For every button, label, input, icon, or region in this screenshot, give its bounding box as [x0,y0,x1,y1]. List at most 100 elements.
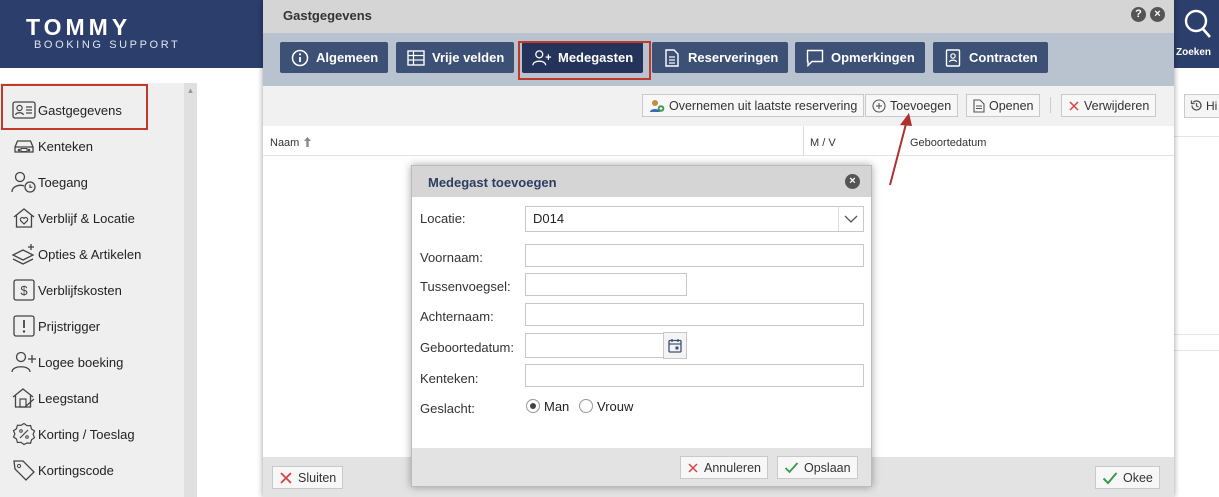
close-button[interactable]: Sluiten [272,466,344,489]
history-button[interactable]: Hi [1184,94,1219,118]
column-header-geboortedatum[interactable]: Geboortedatum [910,137,986,149]
house-empty-icon [10,386,38,410]
sidebar-item-label: Leegstand [38,390,99,406]
modal-title: Gastgegevens [283,8,372,23]
tussenvoegsel-field[interactable] [525,273,687,296]
options-stack-icon [10,242,38,266]
tab-highlight-annotation [518,41,651,80]
user-plus-icon [10,350,38,374]
sidebar-item-label: Verblijf & Locatie [38,210,135,226]
kenteken-field[interactable] [525,364,864,387]
dialog-title: Medegast toevoegen [428,175,557,190]
button-label: Verwijderen [1084,98,1150,113]
comment-icon [805,48,825,68]
voornaam-label: Voornaam: [420,250,483,265]
help-icon[interactable]: ? [1131,7,1146,22]
exclamation-icon [10,314,38,338]
achternaam-label: Achternaam: [420,309,494,324]
scroll-up-icon[interactable]: ▲ [184,86,197,98]
sidebar-item-kenteken[interactable]: Kenteken [0,128,184,164]
cross-icon [687,462,699,474]
button-label: Sluiten [298,470,337,485]
tab-vrije-velden[interactable]: Vrije velden [396,42,515,73]
sidebar-item-opties[interactable]: Opties & Artikelen [0,236,184,272]
locatie-label: Locatie: [420,211,466,226]
search-icon[interactable] [1182,8,1212,40]
cross-icon [279,471,293,485]
open-button[interactable]: Openen [966,94,1041,117]
gender-man-radio[interactable] [526,399,540,413]
tab-opmerkingen[interactable]: Opmerkingen [795,42,925,73]
copy-from-last-reservation-button[interactable]: Overnemen uit laatste reservering [642,94,865,117]
history-label: Hi [1206,99,1218,113]
sidebar-highlight-annotation [1,84,148,130]
geboortedatum-label: Geboortedatum: [420,340,514,355]
close-icon[interactable]: × [1150,7,1165,22]
sidebar-item-leegstand[interactable]: Leegstand [0,380,184,416]
chevron-down-icon[interactable] [838,207,863,231]
access-user-clock-icon [10,170,38,194]
background-panel [1174,86,1219,497]
cancel-button[interactable]: Annuleren [680,456,768,479]
sidebar-item-label: Kenteken [38,138,93,154]
brand-logo: TOMMY [26,14,132,40]
checkmark-icon [1102,471,1118,485]
add-fellow-guest-dialog: Medegast toevoegen × Locatie: D014 Voorn… [411,165,872,487]
info-icon [290,48,310,68]
users-copy-icon [649,98,665,114]
voornaam-field[interactable] [525,244,864,267]
sidebar-item-label: Opties & Artikelen [38,246,142,262]
sidebar-item-korting[interactable]: Korting / Toeslag [0,416,184,452]
column-header-naam[interactable]: Naam [270,137,299,149]
gender-vrouw-label[interactable]: Vrouw [597,399,633,414]
kenteken-label: Kenteken: [420,371,479,386]
annotation-arrow [880,110,920,190]
sidebar-item-label: Prijstrigger [38,318,101,334]
tab-label: Reserveringen [688,50,779,65]
document-icon [973,98,985,113]
close-icon[interactable]: × [845,174,860,189]
sidebar-item-logee[interactable]: Logee boeking [0,344,184,380]
tab-label: Vrije velden [432,50,505,65]
tab-reserveringen[interactable]: Reserveringen [652,42,789,73]
table-header: Naam M / V Geboortedatum [263,126,1174,156]
button-label: Okee [1123,470,1153,485]
column-divider [803,126,804,156]
achternaam-field[interactable] [525,303,864,326]
gender-man-label[interactable]: Man [544,399,569,414]
button-label: Overnemen uit laatste reservering [669,98,858,113]
sidebar-item-prijstrigger[interactable]: Prijstrigger [0,308,184,344]
grid-icon [406,48,426,68]
document-icon [662,48,682,68]
sidebar-item-toegang[interactable]: Toegang [0,164,184,200]
sidebar-item-label: Kortingscode [38,462,114,478]
checkmark-icon [784,461,799,474]
tab-label: Opmerkingen [831,50,915,65]
button-label: Openen [989,98,1034,113]
tab-label: Algemeen [316,50,379,65]
toolbar-divider [1050,97,1051,113]
cross-icon [1068,100,1080,112]
modal-titlebar: Gastgegevens ? × [263,0,1174,33]
column-header-mv[interactable]: M / V [810,137,836,149]
sidebar-item-kortingscode[interactable]: Kortingscode [0,452,184,488]
sidebar-item-verblijfskosten[interactable]: $ Verblijfskosten [0,272,184,308]
history-icon [1190,99,1203,112]
modal-tabbar: Algemeen Vrije velden Medegasten Reserve… [263,33,1174,86]
ok-button[interactable]: Okee [1095,466,1160,489]
gender-vrouw-radio[interactable] [579,399,593,413]
sidebar-scrollbar[interactable] [184,83,197,497]
tab-algemeen[interactable]: Algemeen [280,42,389,73]
sort-ascending-icon[interactable] [303,136,312,148]
delete-button[interactable]: Verwijderen [1061,94,1157,117]
calendar-icon[interactable] [663,332,687,359]
tab-contracten[interactable]: Contracten [933,42,1048,73]
sidebar-item-verblijf[interactable]: Verblijf & Locatie [0,200,184,236]
dialog-footer: Annuleren Opslaan [412,448,871,486]
geboortedatum-field[interactable] [525,333,664,358]
save-button[interactable]: Opslaan [777,456,858,479]
locatie-select[interactable]: D014 [525,206,864,232]
search-label[interactable]: Zoeken [1176,47,1211,58]
contract-icon [943,48,963,68]
car-icon [10,134,38,158]
